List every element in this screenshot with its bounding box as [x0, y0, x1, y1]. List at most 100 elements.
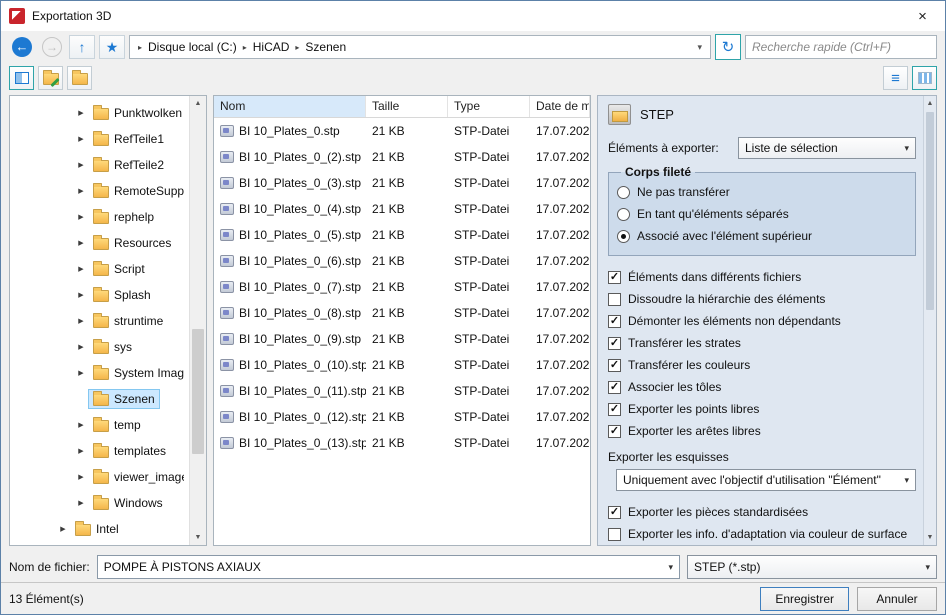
tree-scrollbar-thumb[interactable] — [192, 329, 204, 454]
tree-item-inner[interactable]: struntime — [88, 311, 168, 331]
options-scrollbar[interactable]: ▲ ▼ — [923, 96, 936, 545]
sketches-select[interactable]: Uniquement avec l'objectif d'utilisation… — [616, 469, 916, 491]
rename-folder-button[interactable] — [38, 66, 63, 90]
breadcrumb-item[interactable]: HiCAD — [251, 40, 292, 54]
tree-item[interactable]: Szenen — [10, 386, 189, 412]
tree-item[interactable]: ▶RefTeile1 — [10, 126, 189, 152]
tree-item[interactable]: ▶Script — [10, 256, 189, 282]
details-view-button[interactable] — [912, 66, 937, 90]
column-header[interactable]: Taille — [366, 96, 448, 117]
checkbox-option[interactable]: ✓Éléments dans différents fichiers — [608, 266, 916, 288]
checkbox-option[interactable]: ✓Exporter les arêtes libres — [608, 420, 916, 442]
titlebar[interactable]: Exportation 3D × — [1, 1, 945, 31]
expand-icon[interactable]: ▶ — [74, 161, 88, 169]
tree-item-inner[interactable]: Punktwolken — [88, 103, 187, 123]
elements-export-select[interactable]: Liste de sélection ▾ — [738, 137, 916, 159]
expand-icon[interactable]: ▶ — [74, 499, 88, 507]
checkbox-icon[interactable]: ✓ — [608, 337, 621, 350]
tree-item[interactable]: ▶RefTeile2 — [10, 152, 189, 178]
up-button[interactable]: ↑ — [69, 35, 95, 59]
radio-option[interactable]: Ne pas transférer — [617, 181, 907, 203]
tree-item[interactable]: ▶Punktwolken — [10, 100, 189, 126]
tree-item[interactable]: ▶struntime — [10, 308, 189, 334]
expand-icon[interactable]: ▶ — [74, 239, 88, 247]
checkbox-option[interactable]: ✓Associer les tôles — [608, 376, 916, 398]
expand-icon[interactable]: ▶ — [74, 187, 88, 195]
checkbox-icon[interactable]: ✓ — [608, 381, 621, 394]
tree-item-inner[interactable]: RefTeile2 — [88, 155, 169, 175]
options-scrollbar-thumb[interactable] — [926, 112, 934, 310]
checkbox-option[interactable]: Dissoudre la hiérarchie des éléments — [608, 288, 916, 310]
close-button[interactable]: × — [900, 1, 945, 31]
radio-option[interactable]: En tant qu'éléments séparés — [617, 203, 907, 225]
tree-item[interactable]: ▶Intel — [10, 516, 189, 542]
tree-item-inner[interactable]: viewer_images — [88, 467, 189, 487]
file-row[interactable]: BI 10_Plates_0_(10).stp21 KBSTP-Datei17.… — [214, 352, 590, 378]
radio-icon[interactable] — [617, 230, 630, 243]
tree-item[interactable]: ▶System Image — [10, 360, 189, 386]
filetype-select[interactable]: STEP (*.stp) ▾ — [687, 555, 937, 579]
tree-item-inner[interactable]: RefTeile1 — [88, 129, 169, 149]
tree-item[interactable]: ▶rephelp — [10, 204, 189, 230]
scroll-up-icon[interactable]: ▲ — [190, 96, 206, 111]
file-row[interactable]: BI 10_Plates_0_(9).stp21 KBSTP-Datei17.0… — [214, 326, 590, 352]
expand-icon[interactable]: ▶ — [74, 135, 88, 143]
file-row[interactable]: BI 10_Plates_0_(3).stp21 KBSTP-Datei17.0… — [214, 170, 590, 196]
save-button[interactable]: Enregistrer — [760, 587, 849, 611]
radio-icon[interactable] — [617, 186, 630, 199]
favorites-button[interactable]: ★ — [99, 35, 125, 59]
tree-item-inner[interactable]: sys — [88, 337, 137, 357]
tree-item[interactable]: ▶Windows — [10, 490, 189, 516]
expand-icon[interactable]: ▶ — [74, 421, 88, 429]
expand-icon[interactable]: ▶ — [74, 343, 88, 351]
column-header[interactable]: Nom — [214, 96, 366, 117]
checkbox-icon[interactable]: ✓ — [608, 359, 621, 372]
list-view-button[interactable]: ≡ — [883, 66, 908, 90]
checkbox-icon[interactable]: ✓ — [608, 315, 621, 328]
checkbox-option[interactable]: ✓Exporter les pièces standardisées — [608, 501, 916, 523]
tree-item[interactable]: ▶Splash — [10, 282, 189, 308]
toggle-tree-panel-button[interactable] — [9, 66, 34, 90]
file-row[interactable]: BI 10_Plates_0_(2).stp21 KBSTP-Datei17.0… — [214, 144, 590, 170]
file-row[interactable]: BI 10_Plates_0_(12).stp21 KBSTP-Datei17.… — [214, 404, 590, 430]
scroll-down-icon[interactable]: ▼ — [924, 530, 936, 545]
file-row[interactable]: BI 10_Plates_0_(7).stp21 KBSTP-Datei17.0… — [214, 274, 590, 300]
tree-scrollbar[interactable]: ▲ ▼ — [189, 96, 206, 545]
expand-icon[interactable]: ▶ — [74, 369, 88, 377]
forward-button[interactable]: → — [39, 35, 65, 59]
file-row[interactable]: BI 10_Plates_0_(5).stp21 KBSTP-Datei17.0… — [214, 222, 590, 248]
tree-item[interactable]: ▶RemoteSupport — [10, 178, 189, 204]
expand-icon[interactable]: ▶ — [56, 525, 70, 533]
tree-item-inner[interactable]: templates — [88, 441, 171, 461]
back-button[interactable]: ← — [9, 35, 35, 59]
tree-item-inner[interactable]: rephelp — [88, 207, 159, 227]
tree-item-inner[interactable]: Resources — [88, 233, 176, 253]
checkbox-option[interactable]: ✓Exporter les points libres — [608, 398, 916, 420]
tree-item[interactable]: ▶temp — [10, 412, 189, 438]
tree-item-inner[interactable]: Script — [88, 259, 150, 279]
refresh-button[interactable]: ↻ — [715, 34, 741, 60]
file-row[interactable]: BI 10_Plates_0_(6).stp21 KBSTP-Datei17.0… — [214, 248, 590, 274]
checkbox-option[interactable]: ✓Démonter les éléments non dépendants — [608, 310, 916, 332]
caret-down-icon[interactable]: ▾ — [668, 562, 673, 573]
expand-icon[interactable]: ▶ — [74, 109, 88, 117]
breadcrumb[interactable]: ▸Disque local (C:)▸HiCAD▸Szenen ▾ — [129, 35, 711, 59]
checkbox-icon[interactable]: ✓ — [608, 403, 621, 416]
tree-item[interactable]: ▶viewer_images — [10, 464, 189, 490]
column-header[interactable]: Type — [448, 96, 530, 117]
file-row[interactable]: BI 10_Plates_0_(4).stp21 KBSTP-Datei17.0… — [214, 196, 590, 222]
tree-item-inner[interactable]: RemoteSupport — [88, 181, 189, 201]
expand-icon[interactable]: ▶ — [74, 213, 88, 221]
tree-item-inner[interactable]: Intel — [70, 519, 124, 539]
column-header[interactable]: Date de mod — [530, 96, 590, 117]
file-row[interactable]: BI 10_Plates_0_(11).stp21 KBSTP-Datei17.… — [214, 378, 590, 404]
tree-item-inner[interactable]: Splash — [88, 285, 156, 305]
file-row[interactable]: BI 10_Plates_0_(8).stp21 KBSTP-Datei17.0… — [214, 300, 590, 326]
expand-icon[interactable]: ▶ — [74, 317, 88, 325]
new-folder-button[interactable] — [67, 66, 92, 90]
expand-icon[interactable]: ▶ — [74, 291, 88, 299]
radio-option[interactable]: Associé avec l'élément supérieur — [617, 225, 907, 247]
tree-item[interactable]: ▶templates — [10, 438, 189, 464]
tree-item[interactable]: ▶Resources — [10, 230, 189, 256]
checkbox-icon[interactable]: ✓ — [608, 425, 621, 438]
